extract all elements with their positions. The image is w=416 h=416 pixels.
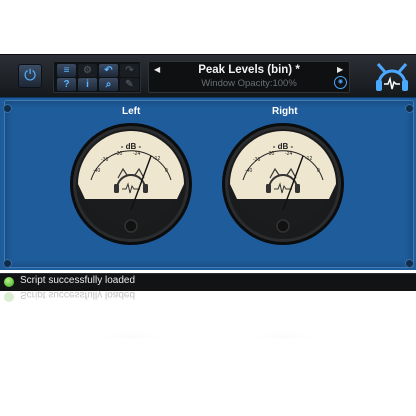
meter-unit-label: - dB - [121, 142, 142, 151]
redo-icon: ↷ [125, 65, 134, 76]
meter-tick-label: -36 [253, 157, 260, 163]
help-button[interactable]: ? [57, 78, 76, 91]
reflection: Script successfully loaded [0, 288, 416, 338]
zoom-icon: ⌕ [105, 79, 112, 90]
power-button[interactable]: ⏻ [18, 64, 42, 88]
meter-tick-label: -24 [285, 151, 292, 157]
meter-tick-label: -40 [245, 168, 252, 174]
meter-tick-label: -30 [267, 151, 274, 157]
edit-button[interactable]: ✎ [120, 78, 139, 91]
power-icon: ⏻ [24, 67, 36, 84]
left-vu-meter: - dB - -40 -36 -30 -24 -12 0 [70, 123, 192, 245]
screw [405, 259, 414, 268]
meter-panel-frame [4, 100, 414, 268]
meter-pivot [276, 219, 290, 233]
meter-tick-label: -36 [101, 157, 108, 163]
tool-buttons: ≡ ⚙ ↶ ↷ ? i ⌕ ✎ [53, 61, 141, 93]
edit-icon: ✎ [125, 79, 134, 90]
redo-button[interactable]: ↷ [120, 64, 139, 77]
preset-subtitle: Window Opacity:100% [201, 78, 297, 89]
preset-selector[interactable]: ◀ Peak Levels (bin) * ▶ Window Opacity:1… [148, 61, 350, 93]
meter-unit-label: - dB - [273, 142, 294, 151]
meter-tick-label: -30 [115, 151, 122, 157]
meter-tick-label: -12 [305, 156, 312, 162]
info-button[interactable]: i [78, 78, 97, 91]
meter-tick-label: -24 [133, 151, 140, 157]
meter-tick-label: -40 [93, 168, 100, 174]
screw [405, 104, 414, 113]
reflection-status-icon [4, 292, 14, 302]
screw [3, 259, 12, 268]
status-ok-icon [4, 277, 14, 287]
meter-tick-label: -12 [153, 156, 160, 162]
screw [3, 104, 12, 113]
preset-name: Peak Levels (bin) * [198, 64, 300, 76]
zoom-button[interactable]: ⌕ [99, 78, 118, 91]
window-top-area [0, 0, 416, 54]
help-icon: ? [63, 79, 70, 90]
gear-button[interactable]: ⚙ [78, 64, 97, 77]
status-text: Script successfully loaded [20, 275, 136, 286]
left-channel-label: Left [122, 106, 141, 117]
meter-tick-label: 0 [317, 168, 320, 174]
reflection-meter [76, 330, 186, 338]
reflection-status-text: Script successfully loaded [20, 289, 136, 300]
right-channel-label: Right [272, 106, 298, 117]
cat-headphones-logo [376, 63, 408, 91]
right-vu-meter: - dB - -40 -36 -30 -24 -12 0 [222, 123, 344, 245]
settings-icon[interactable]: ◉ [334, 76, 347, 89]
plugin-window: ⏻ ≡ ⚙ ↶ ↷ ? i ⌕ ✎ ◀ Peak Levels (bin) * … [0, 0, 416, 300]
undo-button[interactable]: ↶ [99, 64, 118, 77]
gear-icon: ⚙ [83, 65, 92, 76]
menu-icon: ≡ [63, 65, 70, 76]
menu-button[interactable]: ≡ [57, 64, 76, 77]
meter-tick-label: 0 [165, 168, 168, 174]
reflection-meter [228, 330, 338, 338]
undo-icon: ↶ [104, 65, 113, 76]
next-preset-icon[interactable]: ▶ [337, 65, 343, 74]
meter-pivot [124, 219, 138, 233]
info-icon: i [86, 79, 89, 90]
